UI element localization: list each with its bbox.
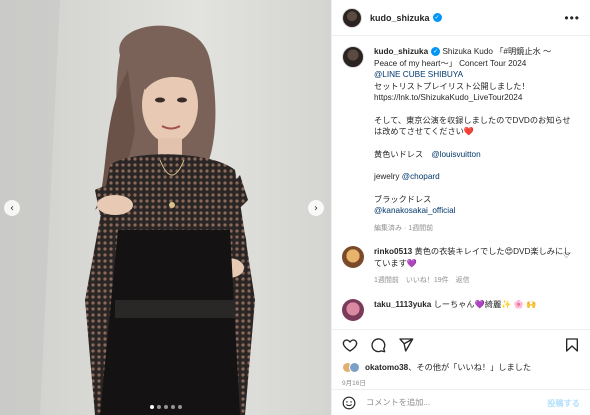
venue-tag-link[interactable]: @LINE CUBE SHIBUYA xyxy=(374,70,463,79)
previous-photo-button[interactable]: ‹ xyxy=(4,200,20,216)
more-icon[interactable]: ••• xyxy=(564,11,580,25)
jewelry-label: jewelry xyxy=(374,172,400,181)
verified-badge-icon: ✓ xyxy=(431,47,441,57)
post-date: 9月16日 xyxy=(342,380,366,387)
comment-bar: 投稿する xyxy=(332,389,590,415)
post-photo[interactable]: ‹ › xyxy=(0,0,331,415)
comment-button[interactable] xyxy=(370,337,386,353)
carousel-dot xyxy=(156,405,161,409)
dress1-line: 黄色いドレス @louisvuitton xyxy=(374,149,574,161)
post-comment-button[interactable]: 投稿する xyxy=(547,397,580,409)
commenter-username[interactable]: rinko0513 xyxy=(374,247,412,256)
jewelry-line: jewelry @chopard xyxy=(374,171,574,183)
author-username[interactable]: kudo_shizuka xyxy=(370,13,430,23)
caption-body: kudo_shizuka ✓ Shizuka Kudo 「#明鏡止水 〜Peace… xyxy=(374,46,574,234)
like-button[interactable] xyxy=(342,337,358,353)
comment-meta[interactable]: 1週間前 いいね！19件 返信 xyxy=(374,275,574,287)
likes-suffix: 、その他が「いいね！」しました xyxy=(408,363,532,372)
jewelry-tag-link[interactable]: @chopard xyxy=(402,172,440,181)
carousel-dot xyxy=(170,405,175,409)
next-photo-button[interactable]: › xyxy=(308,200,324,216)
dress2-tag-link[interactable]: @kanakosakai_official xyxy=(374,206,455,215)
comment-like-heart-icon[interactable]: ♡ xyxy=(563,251,570,260)
instagram-post-dialog: ‹ › kudo_shizuka ✓ ••• kudo_shizuka ✓ Shi… xyxy=(0,0,590,415)
carousel-dot xyxy=(177,405,182,409)
verified-badge-icon: ✓ xyxy=(432,13,442,22)
emoji-icon xyxy=(342,396,356,409)
likes-text: okatomo38、その他が「いいね！」しました xyxy=(365,361,531,373)
caption-line3: そして、東京公演を収録しましたのでDVDのお知らせは改めてさせてください❤️ xyxy=(374,115,571,137)
dress2-line: ブラックドレス @kanakosakai_official xyxy=(374,194,574,217)
comment-input[interactable] xyxy=(366,398,548,407)
commenter-avatar[interactable] xyxy=(342,298,364,321)
save-button[interactable] xyxy=(564,337,580,353)
comment-body: taku_1113yuka しーちゃん💜綺麗✨ 🌸 🙌 xyxy=(374,299,574,321)
liker-username[interactable]: okatomo38 xyxy=(365,363,408,372)
liker-avatar xyxy=(349,361,360,373)
post-header: kudo_shizuka ✓ ••• xyxy=(332,0,590,36)
comment-body: rinko0513 黄色の衣装キレイでした😍DVD楽しみにしています💜 1週間前… xyxy=(374,246,574,287)
caption-meta: 編集済み · 1週間前 xyxy=(374,224,434,232)
caption-username[interactable]: kudo_shizuka xyxy=(374,47,428,56)
dress1-label: 黄色いドレス xyxy=(374,149,424,159)
emoji-button[interactable] xyxy=(342,396,356,410)
caption-line2: セットリストプレイリスト公開しました！ xyxy=(374,81,530,91)
comment-item: rinko0513 黄色の衣装キレイでした😍DVD楽しみにしています💜 1週間前… xyxy=(342,246,580,287)
comment-text: しーちゃん💜綺麗✨ 🌸 🙌 xyxy=(433,299,537,309)
share-icon xyxy=(399,337,414,352)
dress2-label: ブラックドレス xyxy=(374,194,432,204)
carousel-indicator xyxy=(0,405,331,409)
dress1-tag-link[interactable]: @louisvuitton xyxy=(431,150,480,159)
chevron-left-icon: ‹ xyxy=(10,202,14,214)
share-button[interactable] xyxy=(398,337,414,353)
comment-icon xyxy=(371,337,386,352)
caption: kudo_shizuka ✓ Shizuka Kudo 「#明鏡止水 〜Peace… xyxy=(342,46,580,234)
heart-icon xyxy=(342,338,358,352)
commenter-username[interactable]: taku_1113yuka xyxy=(374,300,431,309)
caption-url[interactable]: https://lnk.to/ShizukaKudo_LiveTour2024 xyxy=(374,93,522,102)
portrait-illustration xyxy=(0,0,331,415)
chevron-right-icon: › xyxy=(314,202,318,214)
author-avatar[interactable] xyxy=(342,7,362,28)
post-actions xyxy=(332,329,590,359)
caption-avatar[interactable] xyxy=(342,46,364,68)
commenter-avatar[interactable] xyxy=(342,246,364,268)
post-side-panel: kudo_shizuka ✓ ••• kudo_shizuka ✓ Shizuka… xyxy=(331,0,590,415)
bookmark-icon xyxy=(566,337,578,352)
comment-item: taku_1113yuka しーちゃん💜綺麗✨ 🌸 🙌 xyxy=(342,298,580,321)
carousel-dot xyxy=(163,405,168,409)
comments-feed[interactable]: kudo_shizuka ✓ Shizuka Kudo 「#明鏡止水 〜Peace… xyxy=(332,36,590,329)
carousel-dot xyxy=(149,405,154,409)
likes-summary[interactable]: okatomo38、その他が「いいね！」しました xyxy=(332,359,590,375)
